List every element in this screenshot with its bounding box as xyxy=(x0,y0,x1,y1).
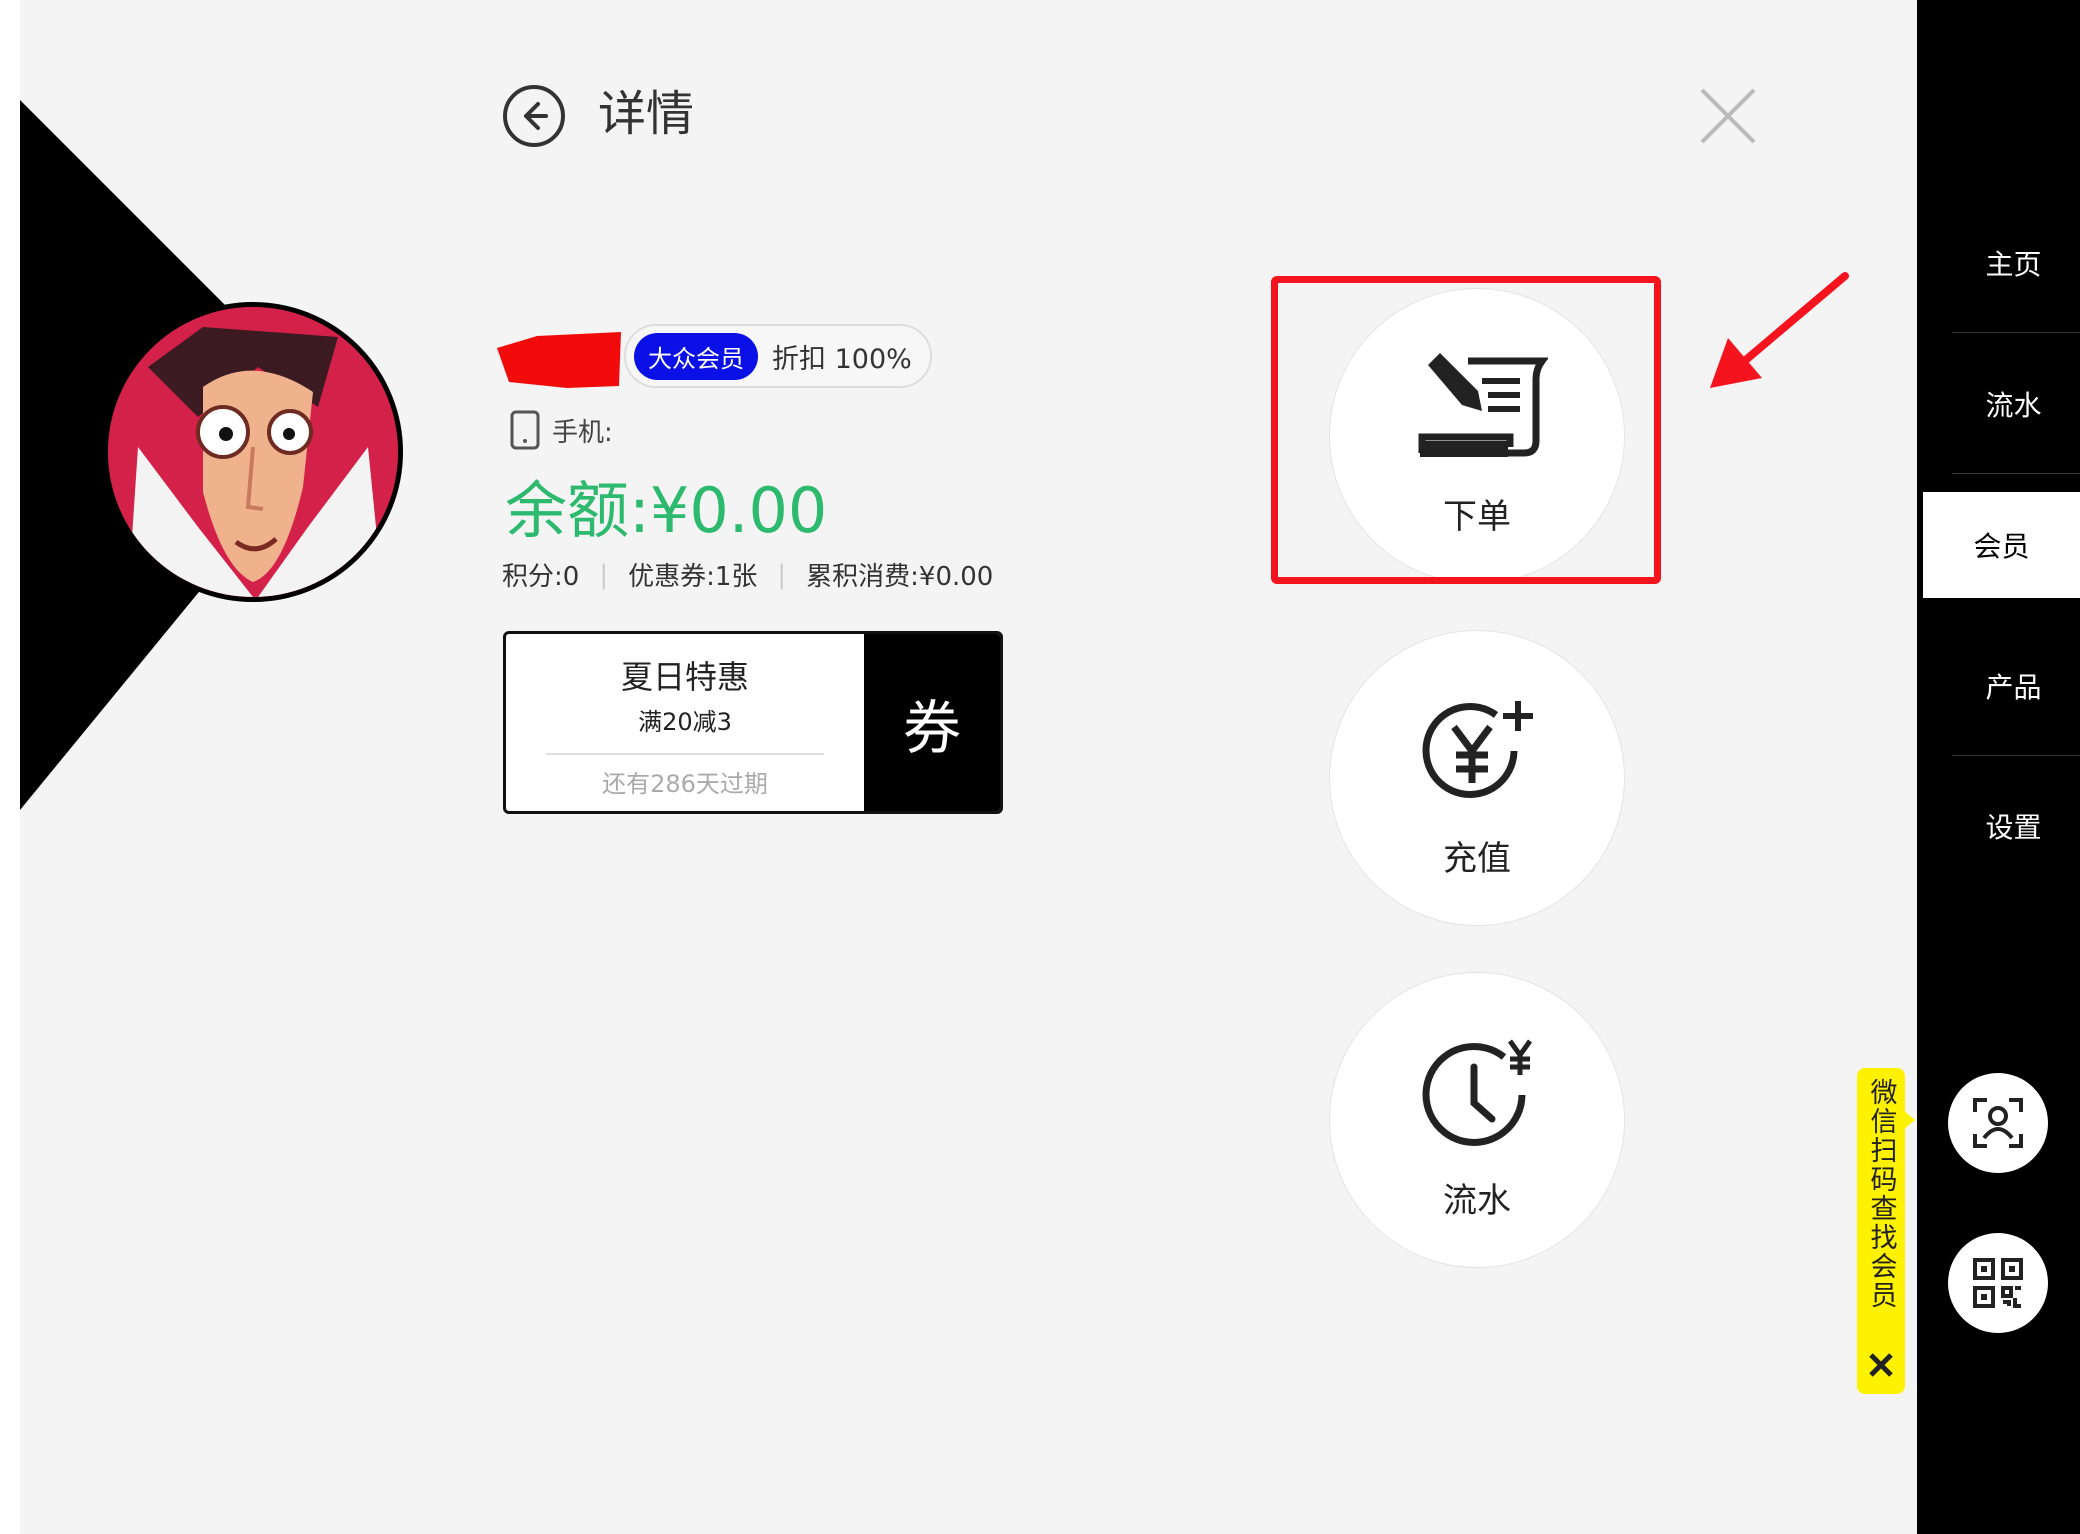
sidebar-item-home[interactable]: 主页 xyxy=(1947,193,2080,333)
points-stat: 积分:0 xyxy=(502,562,580,592)
close-icon xyxy=(1700,88,1756,144)
member-level-badge: 大众会员 xyxy=(634,332,758,380)
close-button[interactable] xyxy=(1694,82,1762,150)
coupon-tag: 券 xyxy=(864,634,1000,811)
annotation-arrow xyxy=(1710,272,1849,388)
phone-label: 手机: xyxy=(552,417,613,448)
qr-code-icon xyxy=(1973,1258,2023,1308)
order-label: 下单 xyxy=(1443,497,1511,537)
sidebar-item-members[interactable]: 会员 xyxy=(1917,492,2080,598)
phone-icon xyxy=(510,410,540,450)
sidebar-item-products[interactable]: 产品 xyxy=(1947,616,2080,756)
member-stats: 积分:0 | 优惠券:1张 | 累积消费:¥0.00 xyxy=(502,556,993,593)
sidebar-item-history[interactable]: 流水 xyxy=(1947,334,2080,474)
name-redaction-mark xyxy=(497,332,621,388)
coupon-expiry: 还有286天过期 xyxy=(602,770,768,798)
history-clock-icon xyxy=(1422,1039,1533,1146)
back-arrow-icon xyxy=(503,85,565,147)
coupon-title: 夏日特惠 xyxy=(620,658,749,696)
face-scan-icon xyxy=(1973,1098,2023,1148)
phone-row: 手机: xyxy=(510,410,613,450)
tip-close-icon[interactable] xyxy=(1866,1350,1896,1380)
coupon-card[interactable]: 夏日特惠 满20减3 还有286天过期 券 xyxy=(503,631,1003,814)
page-title: 详情 xyxy=(598,86,695,142)
stat-divider: | xyxy=(777,559,787,590)
sidebar-item-settings[interactable]: 设置 xyxy=(1947,756,2080,896)
coupon-divider xyxy=(546,753,824,755)
scan-tip-caret xyxy=(1903,1110,1915,1130)
balance-text: 余额:¥0.00 xyxy=(505,474,828,547)
history-button[interactable]: 流水 xyxy=(1329,972,1625,1268)
total-spent-stat: 累积消费:¥0.00 xyxy=(806,562,994,592)
stat-divider: | xyxy=(599,559,609,590)
recharge-yen-icon xyxy=(1422,701,1533,798)
member-avatar xyxy=(103,302,403,602)
coupon-rule: 满20减3 xyxy=(638,708,732,736)
discount-text: 折扣 100% xyxy=(772,343,912,375)
scan-tip-banner: 微信扫码查找会员 xyxy=(1857,1068,1905,1394)
avatar-face-image xyxy=(108,307,398,597)
coupons-stat: 优惠券:1张 xyxy=(628,562,758,592)
history-label: 流水 xyxy=(1443,1181,1511,1221)
back-button[interactable] xyxy=(500,82,568,150)
qr-code-button[interactable] xyxy=(1948,1233,2048,1333)
recharge-label: 充值 xyxy=(1443,839,1511,879)
recharge-button[interactable]: 充值 xyxy=(1329,630,1625,926)
member-level-pill: 大众会员 折扣 100% xyxy=(624,324,932,388)
order-scroll-icon xyxy=(1418,353,1548,457)
coupon-info: 夏日特惠 满20减3 还有286天过期 xyxy=(506,634,864,811)
member-scan-button[interactable] xyxy=(1948,1073,2048,1173)
order-button[interactable]: 下单 xyxy=(1329,288,1625,584)
